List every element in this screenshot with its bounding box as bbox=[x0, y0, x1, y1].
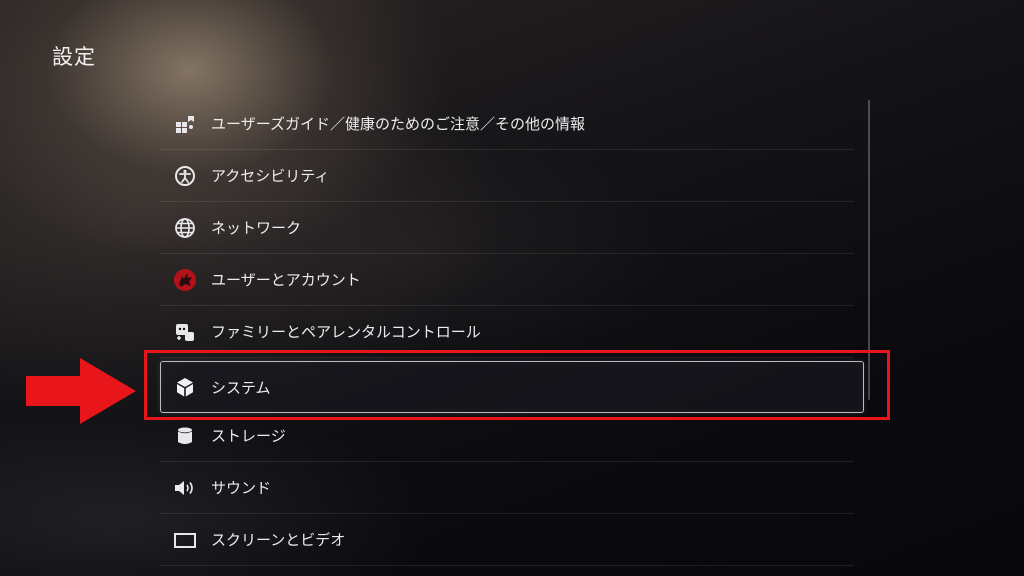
storage-cylinder-icon bbox=[173, 424, 197, 448]
menu-item-label: スクリーンとビデオ bbox=[211, 531, 346, 549]
menu-item-screen-video[interactable]: スクリーンとビデオ bbox=[160, 514, 854, 566]
menu-item-label: ユーザーとアカウント bbox=[211, 271, 361, 289]
menu-item-user-guide[interactable]: ユーザーズガイド／健康のためのご注意／その他の情報 bbox=[160, 98, 854, 150]
screen-icon bbox=[173, 528, 197, 552]
settings-menu: ユーザーズガイド／健康のためのご注意／その他の情報 アクセシビリティ ネットワー… bbox=[160, 98, 864, 566]
menu-item-label: ユーザーズガイド／健康のためのご注意／その他の情報 bbox=[211, 115, 585, 133]
globe-icon bbox=[173, 216, 197, 240]
menu-item-sound[interactable]: サウンド bbox=[160, 462, 854, 514]
red-arrow-icon bbox=[26, 358, 136, 424]
menu-item-label: サウンド bbox=[211, 479, 272, 497]
menu-item-label: ストレージ bbox=[211, 427, 286, 445]
accessibility-icon bbox=[173, 164, 197, 188]
user-avatar-icon bbox=[173, 268, 197, 292]
menu-item-network[interactable]: ネットワーク bbox=[160, 202, 854, 254]
user-guide-icon bbox=[173, 112, 197, 136]
menu-item-label: ネットワーク bbox=[211, 219, 302, 237]
menu-item-accessibility[interactable]: アクセシビリティ bbox=[160, 150, 854, 202]
menu-item-label: アクセシビリティ bbox=[211, 167, 330, 185]
family-icon bbox=[173, 320, 197, 344]
page-title: 設定 bbox=[52, 45, 96, 69]
menu-item-label: ファミリーとペアレンタルコントロール bbox=[211, 323, 481, 341]
red-highlight-box bbox=[144, 350, 890, 420]
speaker-icon bbox=[173, 476, 197, 500]
menu-item-users-accounts[interactable]: ユーザーとアカウント bbox=[160, 254, 854, 306]
